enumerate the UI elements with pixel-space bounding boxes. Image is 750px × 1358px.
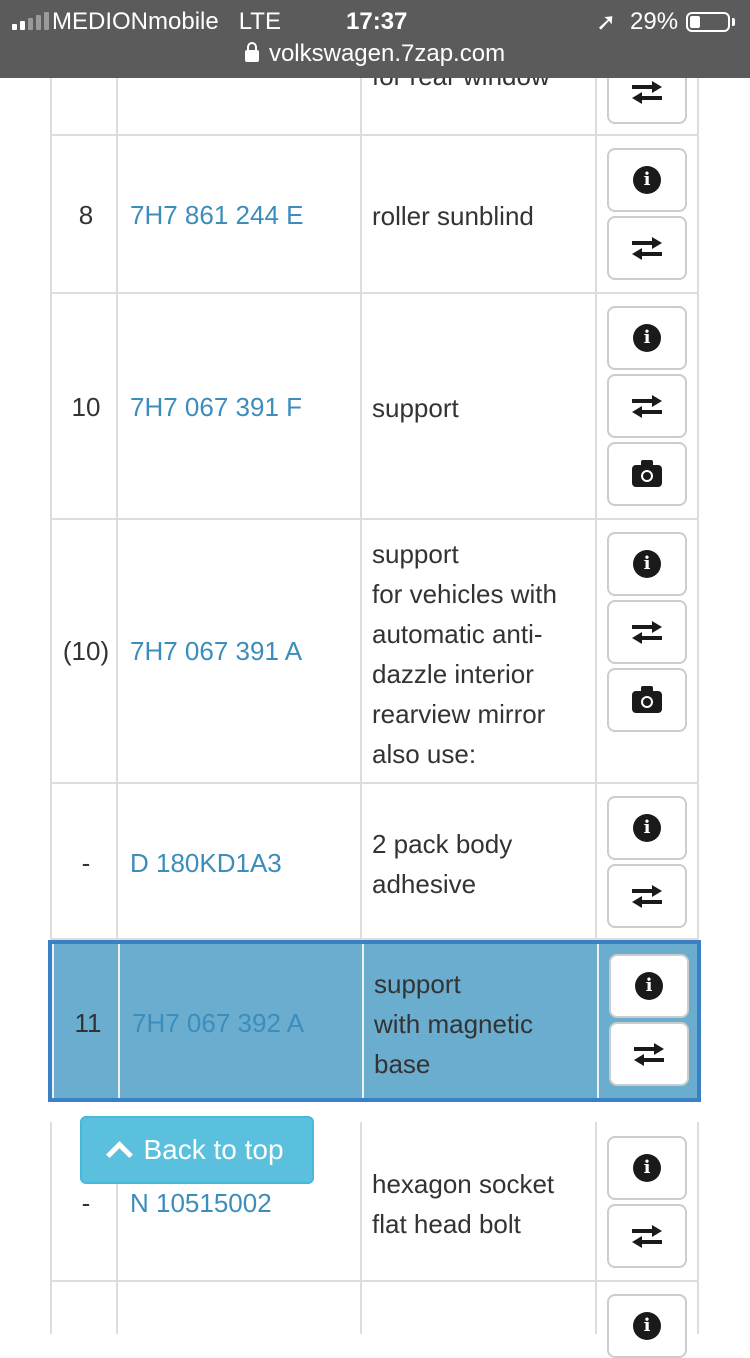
swap-icon	[632, 621, 662, 644]
url-text: volkswagen.7zap.com	[268, 40, 506, 67]
address-bar[interactable]: volkswagen.7zap.com	[0, 40, 750, 68]
signal-strength-icon	[12, 12, 49, 30]
table-row: i	[50, 1282, 699, 1358]
table-row: (10) 7H7 067 391 A support for vehicles w…	[50, 520, 699, 784]
position-number: 8	[78, 200, 94, 230]
part-description: support	[372, 393, 459, 423]
lock-icon	[244, 42, 259, 62]
position-number: (10)	[62, 636, 110, 666]
part-number-link[interactable]: 7H7 067 392 A	[132, 1008, 304, 1039]
replacement-button[interactable]	[607, 600, 687, 664]
info-button[interactable]: i	[607, 148, 687, 212]
part-description: support with magnetic base	[374, 969, 533, 1079]
table-row-highlighted[interactable]: 11 7H7 067 392 A support with magnetic bas…	[48, 940, 701, 1102]
swap-icon	[632, 81, 662, 104]
replacement-button[interactable]	[607, 864, 687, 928]
photo-button[interactable]	[607, 668, 687, 732]
chevron-up-icon	[106, 1140, 134, 1168]
part-description: 2 pack body adhesive	[372, 829, 513, 899]
carrier-name: MEDIONmobile LTE	[52, 8, 281, 35]
info-button[interactable]: i	[607, 796, 687, 860]
info-icon: i	[633, 1312, 661, 1340]
battery-icon	[686, 12, 730, 32]
table-row: - D 180KD1A3 2 pack body adhesive i	[50, 784, 699, 940]
part-description: support for vehicles with automatic anti-d…	[372, 539, 557, 769]
table-row: 8 7H7 861 244 E roller sunblind i	[50, 136, 699, 294]
photo-button[interactable]	[607, 442, 687, 506]
clock: 17:37	[346, 8, 408, 35]
info-icon: i	[633, 166, 661, 194]
part-description: roller sunblind	[372, 201, 534, 231]
info-icon: i	[635, 972, 663, 1000]
position-number: 10	[71, 392, 101, 422]
info-icon: i	[633, 814, 661, 842]
back-to-top-button[interactable]: Back to top	[80, 1116, 314, 1184]
info-button[interactable]: i	[609, 954, 689, 1018]
part-number-link[interactable]: N 10515002	[130, 1188, 272, 1219]
camera-icon	[632, 686, 662, 713]
swap-icon	[634, 1043, 664, 1066]
table-row: 10 7H7 067 391 F support i	[50, 294, 699, 520]
battery-percent: 29%	[630, 8, 679, 35]
part-number-link[interactable]: D 180KD1A3	[130, 848, 282, 879]
camera-icon	[632, 460, 662, 487]
replacement-button[interactable]	[607, 1204, 687, 1268]
replacement-button[interactable]	[609, 1022, 689, 1086]
location-arrow-icon: ➚	[596, 9, 617, 36]
browser-chrome: MEDIONmobile LTE 17:37 ➚ 29% volkswagen.…	[0, 0, 750, 78]
replacement-button[interactable]	[607, 216, 687, 280]
info-button[interactable]: i	[607, 1294, 687, 1358]
position-number: 11	[74, 1008, 102, 1038]
swap-icon	[632, 395, 662, 418]
back-to-top-label: Back to top	[143, 1134, 284, 1165]
swap-icon	[632, 237, 662, 260]
status-bar: MEDIONmobile LTE 17:37 ➚ 29%	[0, 6, 750, 36]
info-button[interactable]: i	[607, 306, 687, 370]
network-type: LTE	[238, 8, 281, 35]
info-icon: i	[633, 324, 661, 352]
part-description: hexagon socket flat head bolt	[372, 1169, 555, 1239]
part-number-link[interactable]: 7H7 067 391 F	[130, 392, 302, 423]
info-button[interactable]: i	[607, 532, 687, 596]
replacement-button[interactable]	[607, 374, 687, 438]
info-icon: i	[633, 550, 661, 578]
part-number-link[interactable]: 7H7 067 391 A	[130, 636, 302, 667]
swap-icon	[632, 885, 662, 908]
info-icon: i	[633, 1154, 661, 1182]
part-number-link[interactable]: 7H7 861 244 E	[130, 200, 303, 231]
info-button[interactable]: i	[607, 1136, 687, 1200]
position-number: -	[81, 1188, 91, 1218]
position-number: -	[81, 848, 91, 878]
swap-icon	[632, 1225, 662, 1248]
